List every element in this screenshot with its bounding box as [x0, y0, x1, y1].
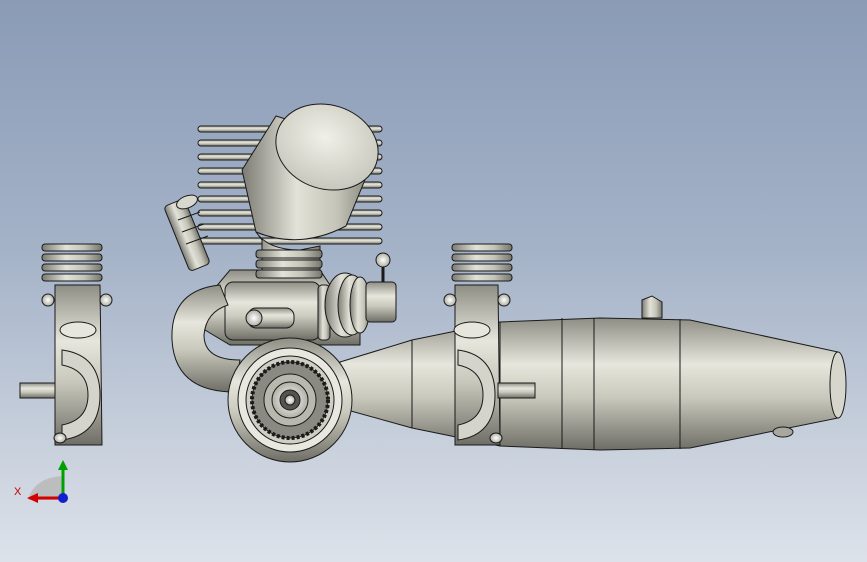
fuel-nipple — [164, 194, 210, 271]
cad-viewport[interactable]: X — [0, 0, 867, 562]
left-mount-bracket[interactable] — [19, 243, 113, 446]
cylinder-liner — [255, 249, 323, 279]
tuned-pipe — [339, 295, 847, 451]
triad-z-axis — [58, 493, 68, 503]
reference-triad[interactable]: X — [14, 460, 68, 503]
drive-hub — [227, 337, 353, 463]
triad-x-label: X — [14, 486, 22, 498]
